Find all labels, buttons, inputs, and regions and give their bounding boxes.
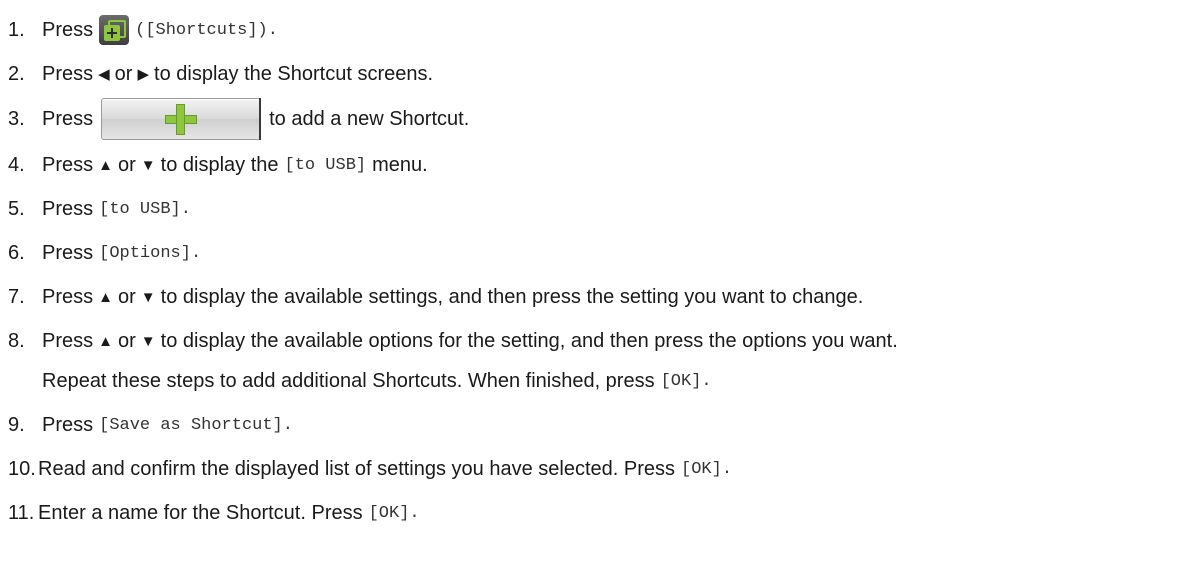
or-text: or bbox=[117, 285, 136, 308]
step-text: Press bbox=[42, 107, 94, 130]
ok-code: [OK]. bbox=[368, 503, 420, 523]
step-text-mid: to display the bbox=[160, 153, 279, 176]
step-10: 10. Read and confirm the displayed list … bbox=[0, 453, 732, 485]
step-number: 1. bbox=[8, 18, 25, 41]
step-8-note: Repeat these steps to add additional Sho… bbox=[0, 365, 712, 397]
right-arrow-icon: ▶ bbox=[137, 66, 150, 83]
step-number: 10. bbox=[8, 457, 36, 480]
up-arrow-icon: ▲ bbox=[98, 288, 113, 306]
step-number: 11. bbox=[8, 501, 35, 524]
step-1: 1. Press ([Shortcuts]). bbox=[0, 14, 278, 46]
step-3: 3. Press to add a new Shortcut. bbox=[0, 98, 469, 140]
step-number: 6. bbox=[8, 241, 25, 264]
step-text: Press bbox=[42, 62, 94, 85]
step-text: Press bbox=[42, 241, 94, 264]
step-number: 5. bbox=[8, 197, 25, 220]
step-text: Press bbox=[42, 285, 94, 308]
ok-code: [OK]. bbox=[660, 371, 712, 391]
ok-code: [OK]. bbox=[681, 459, 733, 479]
step-6: 6. Press [Options]. bbox=[0, 237, 201, 269]
shortcuts-code: ([Shortcuts]). bbox=[135, 20, 278, 40]
step-text: Press bbox=[42, 18, 94, 41]
to-usb-code: [to USB] bbox=[284, 155, 367, 175]
step-text-rest: to display the available settings, and t… bbox=[160, 285, 864, 308]
step-text: Press bbox=[42, 153, 94, 176]
step-2: 2. Press ◀ or ▶ to display the Shortcut … bbox=[0, 58, 433, 90]
left-arrow-icon: ◀ bbox=[98, 66, 110, 83]
step-number: 2. bbox=[8, 62, 25, 85]
step-5: 5. Press [to USB]. bbox=[0, 193, 191, 225]
step-text: Read and confirm the displayed list of s… bbox=[38, 457, 676, 480]
step-note-text: Repeat these steps to add additional Sho… bbox=[42, 369, 655, 392]
step-text-rest: to display the available options for the… bbox=[160, 329, 898, 352]
step-number: 4. bbox=[8, 153, 25, 176]
down-arrow-icon: ▼ bbox=[140, 332, 156, 350]
step-8: 8. Press ▲ or ▼ to display the available… bbox=[0, 325, 898, 357]
step-text: Press bbox=[42, 197, 94, 220]
add-shortcut-button bbox=[101, 98, 262, 140]
step-text: Enter a name for the Shortcut. Press bbox=[38, 501, 363, 524]
step-7: 7. Press ▲ or ▼ to display the available… bbox=[0, 281, 863, 313]
or-text: or bbox=[117, 153, 136, 176]
step-number: 8. bbox=[8, 329, 25, 352]
options-code: [Options]. bbox=[99, 243, 202, 263]
step-number: 7. bbox=[8, 285, 25, 308]
or-text: or bbox=[114, 62, 133, 85]
up-arrow-icon: ▲ bbox=[98, 332, 113, 350]
up-arrow-icon: ▲ bbox=[98, 156, 113, 174]
step-text-rest: to add a new Shortcut. bbox=[269, 107, 470, 130]
or-text: or bbox=[117, 329, 136, 352]
step-text: Press bbox=[42, 413, 94, 436]
down-arrow-icon: ▼ bbox=[140, 288, 156, 306]
step-number: 9. bbox=[8, 413, 25, 436]
step-11: 11. Enter a name for the Shortcut. Press… bbox=[0, 497, 420, 529]
shortcuts-icon bbox=[99, 15, 130, 45]
save-as-shortcut-code: [Save as Shortcut]. bbox=[99, 415, 293, 435]
down-arrow-icon: ▼ bbox=[140, 156, 156, 174]
step-text: Press bbox=[42, 329, 94, 352]
step-4: 4. Press ▲ or ▼ to display the [to USB] … bbox=[0, 149, 428, 181]
step-text-rest: menu. bbox=[372, 153, 428, 176]
step-number: 3. bbox=[8, 107, 25, 130]
to-usb-code: [to USB]. bbox=[99, 199, 191, 219]
step-text-rest: to display the Shortcut screens. bbox=[154, 62, 434, 85]
step-9: 9. Press [Save as Shortcut]. bbox=[0, 409, 293, 441]
